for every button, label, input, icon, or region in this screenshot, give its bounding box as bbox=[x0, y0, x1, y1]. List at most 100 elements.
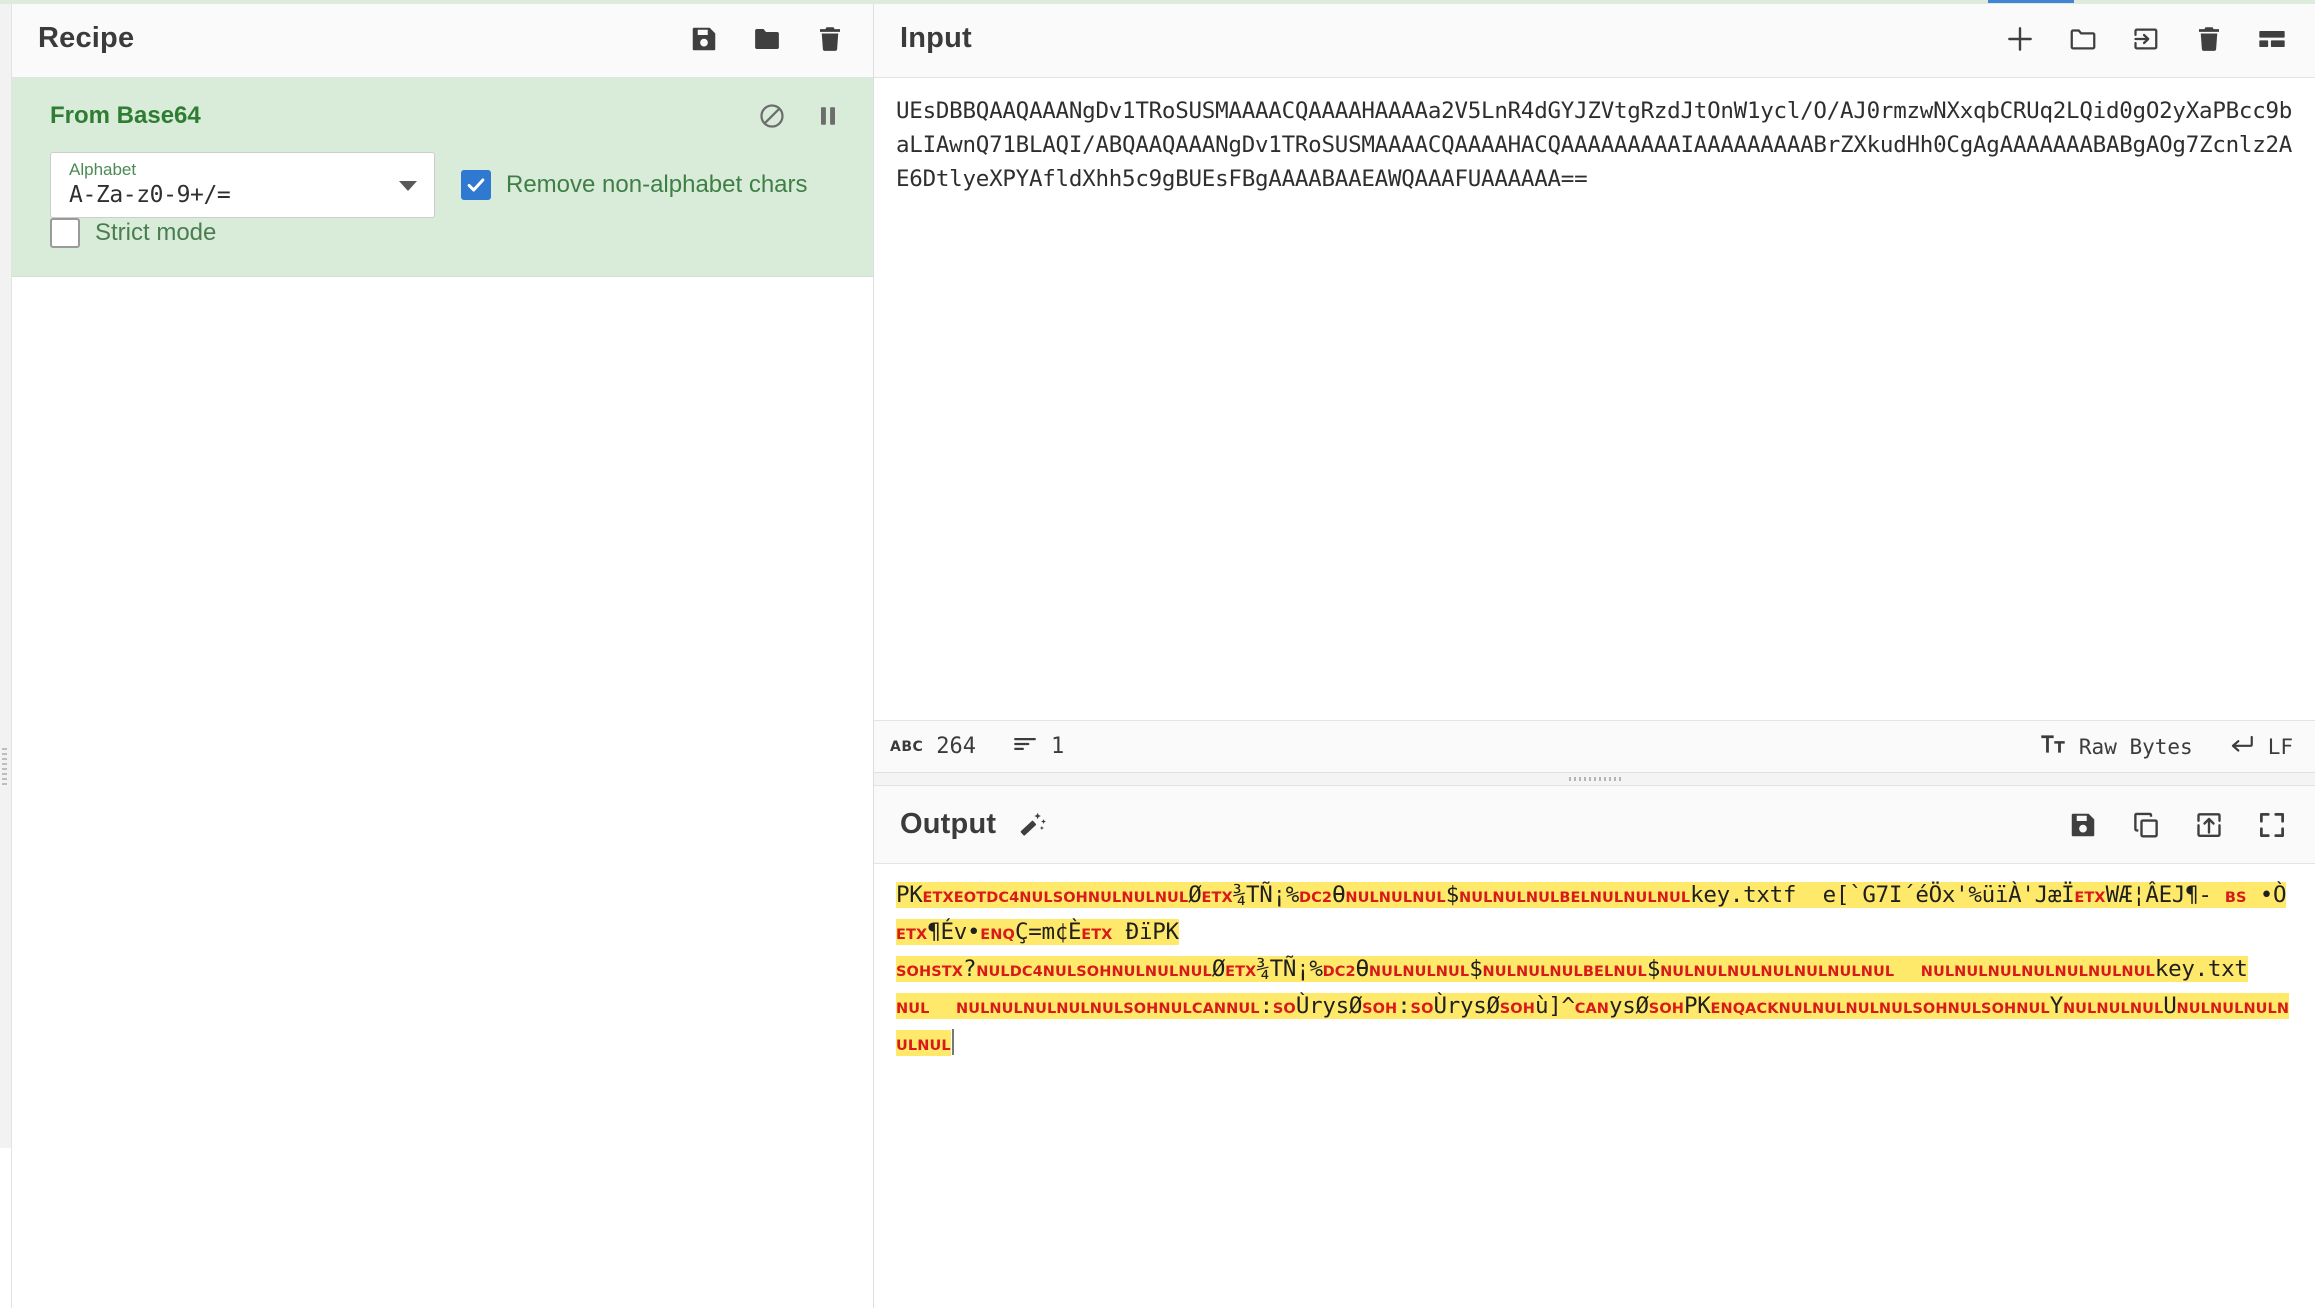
control-char-token: ETX bbox=[1225, 964, 1256, 980]
replace-input-icon[interactable] bbox=[2192, 808, 2226, 842]
maximise-output-icon[interactable] bbox=[2255, 808, 2289, 842]
reset-pane-layout-icon[interactable] bbox=[2255, 22, 2289, 56]
breakpoint-pause-icon[interactable] bbox=[813, 101, 843, 131]
output-text-token: Ø bbox=[1212, 956, 1225, 982]
strict-mode-checkbox[interactable]: Strict mode bbox=[50, 218, 843, 248]
control-char-token: DC2 bbox=[1323, 964, 1356, 980]
output-text-token: Ɵ bbox=[1332, 882, 1345, 908]
output-text-token: $ bbox=[1469, 956, 1482, 982]
left-rail bbox=[0, 0, 12, 1308]
control-char-token: NULNULNULNULNULNULNUL bbox=[1921, 964, 2155, 980]
input-lines-value: 1 bbox=[1051, 734, 1064, 759]
clear-recipe-icon[interactable] bbox=[813, 22, 847, 56]
output-text-token: $ bbox=[1647, 956, 1660, 982]
recipe-operation-from-base64[interactable]: From Base64 bbox=[12, 78, 873, 277]
output-section: Output bbox=[874, 786, 2315, 1308]
open-folder-as-input-icon[interactable] bbox=[2129, 22, 2163, 56]
output-highlight-run: NUL NULNULNULNULNULSOHNULCANNUL:SOÙrysØS… bbox=[896, 993, 2289, 1056]
copy-output-icon[interactable] bbox=[2129, 808, 2163, 842]
output-text-token bbox=[929, 993, 956, 1019]
checkbox-checked-icon[interactable] bbox=[461, 170, 491, 200]
save-recipe-icon[interactable] bbox=[687, 22, 721, 56]
control-char-token: ENQACKNULNULNULNULSOHNULSOHNUL bbox=[1711, 1001, 2050, 1017]
output-text-token: WÆ¦ÂEJ¶- bbox=[2106, 882, 2225, 908]
output-text-token: ÙrysØ bbox=[1434, 993, 1500, 1019]
control-char-token: ETX bbox=[1081, 927, 1112, 943]
control-char-token: NULNULNUL bbox=[1369, 964, 1469, 980]
control-char-token: DC2 bbox=[1299, 890, 1332, 906]
output-line: PKETXEOTDC4NULSOHNULNULNULØETX¾TÑ¡%DC2ƟN… bbox=[896, 878, 2293, 952]
input-lines-status[interactable]: 1 bbox=[1012, 731, 1064, 763]
io-splitter[interactable] bbox=[874, 773, 2315, 786]
input-encoding-status[interactable]: Raw Bytes bbox=[2040, 731, 2193, 763]
input-toolbar bbox=[2003, 22, 2289, 56]
output-text-token: Ø bbox=[1188, 882, 1201, 908]
remove-non-alphabet-checkbox[interactable]: Remove non-alphabet chars bbox=[461, 170, 808, 200]
recipe-pane: Recipe bbox=[12, 0, 874, 1308]
window-top-strip bbox=[0, 0, 2315, 4]
input-text[interactable]: UEsDBBQAAQAAANgDv1TRoSUSMAAAACQAAAAHAAAA… bbox=[896, 94, 2293, 196]
add-input-tab-icon[interactable] bbox=[2003, 22, 2037, 56]
splitter-grip[interactable] bbox=[1569, 777, 1621, 781]
open-file-icon[interactable] bbox=[2066, 22, 2100, 56]
rail-bottom-block bbox=[0, 1148, 11, 1308]
input-length-value: 264 bbox=[936, 734, 976, 759]
alphabet-value: A-Za-z0-9+/= bbox=[69, 180, 420, 210]
load-recipe-icon[interactable] bbox=[750, 22, 784, 56]
control-char-token: SOH bbox=[1362, 1001, 1397, 1017]
output-text-token: key.txtf e[`G7I´éÖx'%üïÀ'JæÏ bbox=[1690, 882, 2074, 908]
operation-controls bbox=[757, 101, 843, 131]
control-char-token: NULNULNUL bbox=[2063, 1001, 2163, 1017]
input-line-ending-status[interactable]: LF bbox=[2229, 731, 2293, 763]
control-char-token: NULNULNULBELNULNULNUL bbox=[1459, 890, 1690, 906]
remove-non-alphabet-label: Remove non-alphabet chars bbox=[506, 171, 808, 199]
output-text-token: ? bbox=[963, 956, 976, 982]
strict-mode-label: Strict mode bbox=[95, 219, 216, 247]
alphabet-label: Alphabet bbox=[69, 160, 420, 180]
chevron-down-icon[interactable] bbox=[399, 181, 417, 191]
recipe-title: Recipe bbox=[38, 22, 134, 55]
output-line: NUL NULNULNULNULNULSOHNULCANNUL:SOÙrysØS… bbox=[896, 989, 2293, 1063]
control-char-token: SOHSTX bbox=[896, 964, 963, 980]
control-char-token: SO bbox=[1411, 1001, 1434, 1017]
control-char-token: BS bbox=[2225, 890, 2247, 906]
output-toolbar bbox=[2066, 808, 2289, 842]
output-text-token: ¶Év• bbox=[927, 919, 980, 945]
control-char-token: NULNULNUL bbox=[1345, 890, 1445, 906]
recipe-operation-list[interactable]: From Base64 bbox=[12, 78, 873, 1308]
output-text-token bbox=[1894, 956, 1921, 982]
output-caret bbox=[952, 1029, 954, 1055]
input-length-status[interactable]: ABC 264 bbox=[890, 734, 976, 759]
output-text-token: Y bbox=[2050, 993, 2063, 1019]
control-char-token: NULDC4NULSOHNULNULNUL bbox=[976, 964, 1212, 980]
control-char-token: NULNULNULNULNULSOHNULCANNUL bbox=[956, 1001, 1260, 1017]
control-char-token: ENQ bbox=[980, 927, 1015, 943]
output-highlight-run: PKETXEOTDC4NULSOHNULNULNULØETX¾TÑ¡%DC2ƟN… bbox=[896, 882, 2286, 945]
output-title: Output bbox=[900, 808, 996, 841]
save-output-icon[interactable] bbox=[2066, 808, 2100, 842]
control-char-token: ETX bbox=[2074, 890, 2105, 906]
alphabet-select[interactable]: Alphabet A-Za-z0-9+/= bbox=[50, 152, 435, 218]
input-line-ending-value: LF bbox=[2268, 735, 2293, 759]
control-char-token: NUL bbox=[896, 1001, 929, 1017]
control-char-token: SO bbox=[1273, 1001, 1296, 1017]
operation-title: From Base64 bbox=[50, 102, 201, 130]
output-text-token: Ɵ bbox=[1356, 956, 1369, 982]
output-text-token: ¾TÑ¡% bbox=[1256, 956, 1322, 982]
recipe-toolbar bbox=[687, 22, 847, 56]
input-editor[interactable]: UEsDBBQAAQAAANgDv1TRoSUSMAAAACQAAAAHAAAA… bbox=[874, 78, 2315, 720]
control-char-token: ETXEOTDC4NULSOHNULNULNUL bbox=[923, 890, 1189, 906]
output-line: SOHSTX?NULDC4NULSOHNULNULNULØETX¾TÑ¡%DC2… bbox=[896, 952, 2293, 989]
checkbox-unchecked-icon[interactable] bbox=[50, 218, 80, 248]
output-editor[interactable]: PKETXEOTDC4NULSOHNULNULNULØETX¾TÑ¡%DC2ƟN… bbox=[874, 864, 2315, 1308]
output-text-token: ù]^ bbox=[1535, 993, 1575, 1019]
rail-resize-grip[interactable] bbox=[2, 748, 7, 788]
control-char-token: SOH bbox=[1500, 1001, 1535, 1017]
output-title-bar: Output bbox=[874, 786, 2315, 864]
clear-io-icon[interactable] bbox=[2192, 22, 2226, 56]
control-char-token: CAN bbox=[1575, 1001, 1609, 1017]
disable-operation-icon[interactable] bbox=[757, 101, 787, 131]
accent-line bbox=[1988, 0, 2074, 3]
magic-wand-icon[interactable] bbox=[1016, 808, 1050, 842]
output-text-token: PK bbox=[896, 882, 923, 908]
